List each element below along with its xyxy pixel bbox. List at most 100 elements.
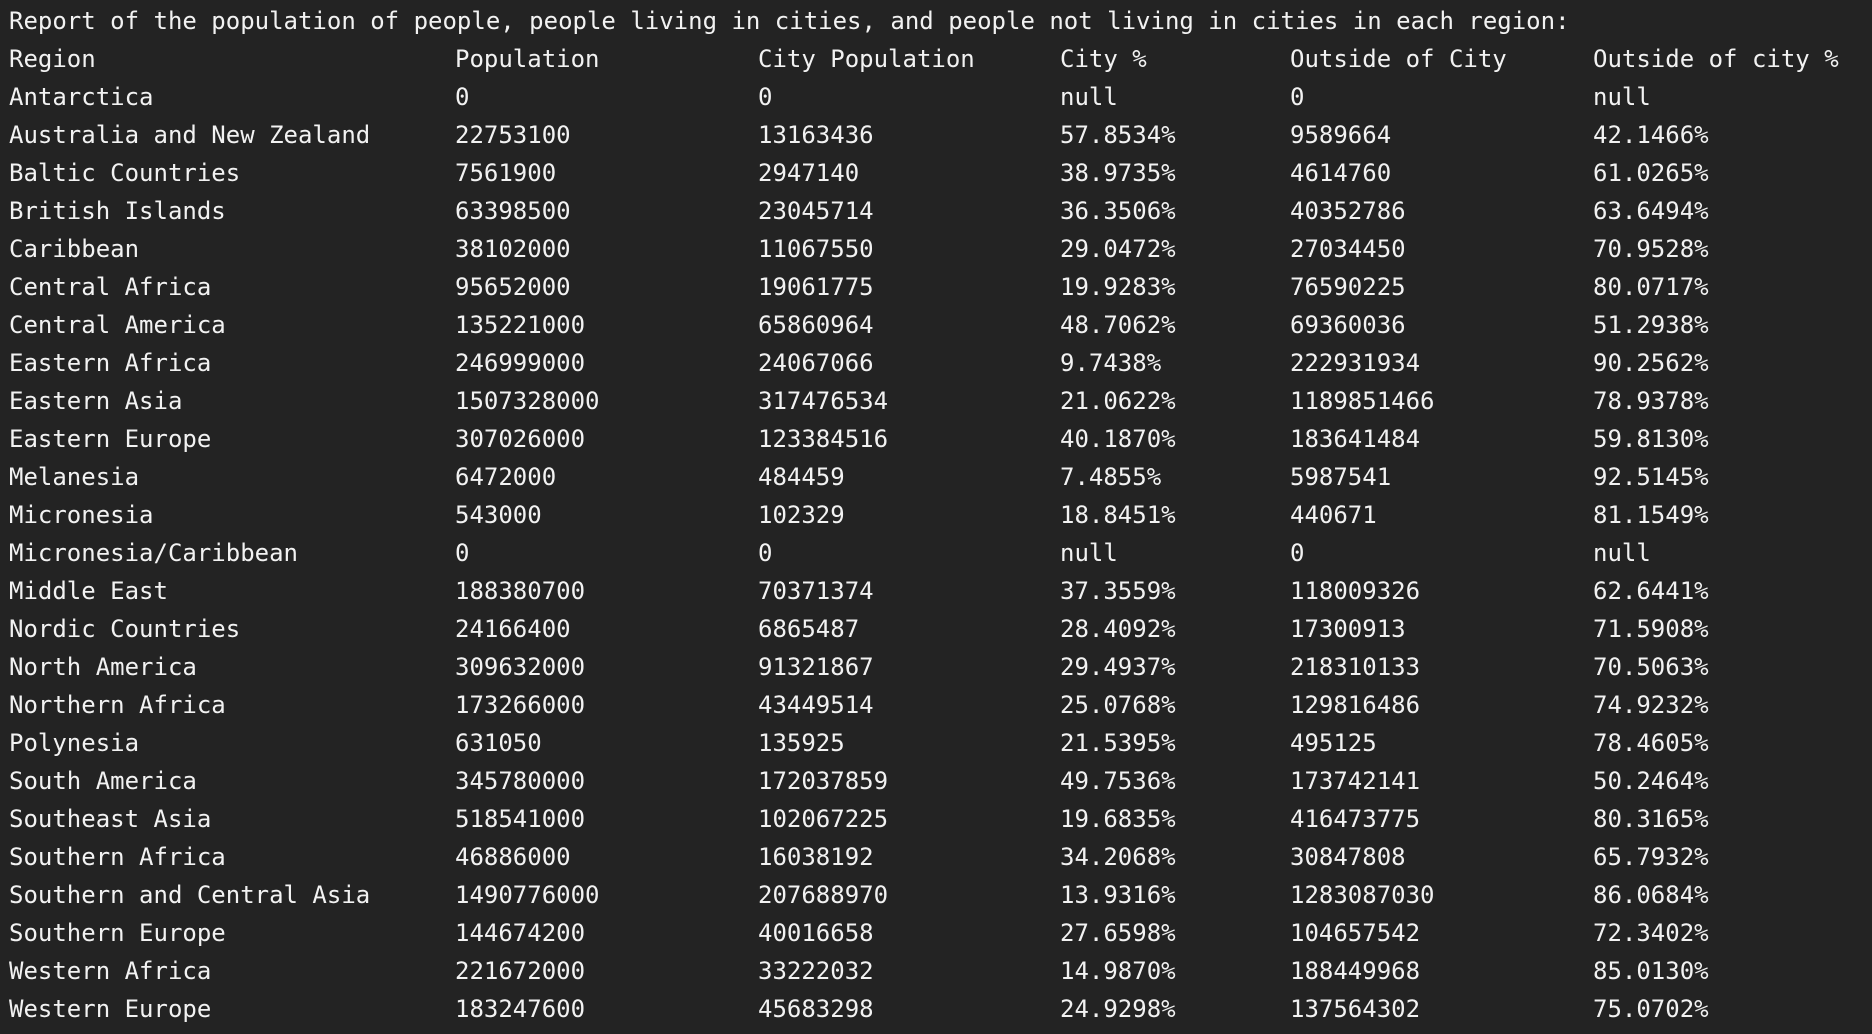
- header-region: Region: [9, 45, 96, 73]
- cell-region: Southern Europe: [9, 919, 226, 947]
- cell-region: Southern Africa: [9, 843, 226, 871]
- cell-city-percent: 24.9298%: [1060, 995, 1176, 1023]
- table-row: Middle East 188380700 70371374 37.3559% 1180…: [9, 572, 1872, 610]
- cell-outside-of-city-percent: null: [1593, 539, 1651, 567]
- cell-outside-of-city-percent: 78.9378%: [1593, 387, 1709, 415]
- cell-city-population: 2947140: [758, 159, 860, 187]
- cell-outside-of-city: 104657542: [1290, 919, 1421, 947]
- cell-city-percent: 28.4092%: [1060, 615, 1176, 643]
- cell-outside-of-city-percent: 86.0684%: [1593, 881, 1709, 909]
- table-row: Southern Europe 144674200 40016658 27.6598%…: [9, 914, 1872, 952]
- table-row: Nordic Countries 24166400 6865487 28.4092% 1…: [9, 610, 1872, 648]
- cell-outside-of-city-percent: 75.0702%: [1593, 995, 1709, 1023]
- cell-city-population: 43449514: [758, 691, 874, 719]
- table-row: Western Europe 183247600 45683298 24.9298% 1…: [9, 990, 1872, 1028]
- cell-city-population: 102329: [758, 501, 845, 529]
- cell-region: Southern and Central Asia: [9, 881, 371, 909]
- cell-city-population: 135925: [758, 729, 845, 757]
- cell-city-percent: 14.9870%: [1060, 957, 1176, 985]
- cell-city-percent: 57.8534%: [1060, 121, 1176, 149]
- cell-outside-of-city: 188449968: [1290, 957, 1421, 985]
- cell-outside-of-city: 5987541: [1290, 463, 1392, 491]
- table-row: Central Africa 95652000 19061775 19.9283% 76…: [9, 268, 1872, 306]
- cell-city-population: 16038192: [758, 843, 874, 871]
- cell-outside-of-city-percent: 78.4605%: [1593, 729, 1709, 757]
- cell-region: Antarctica: [9, 83, 154, 111]
- cell-outside-of-city: 222931934: [1290, 349, 1421, 377]
- cell-region: Southeast Asia: [9, 805, 212, 833]
- cell-region: Eastern Africa: [9, 349, 212, 377]
- cell-city-percent: 7.4855%: [1060, 463, 1162, 491]
- cell-population: 46886000: [455, 843, 571, 871]
- cell-outside-of-city: 1189851466: [1290, 387, 1435, 415]
- cell-population: 6472000: [455, 463, 557, 491]
- table-row: Baltic Countries 7561900 2947140 38.9735% 46…: [9, 154, 1872, 192]
- cell-city-population: 0: [758, 83, 773, 111]
- cell-city-percent: 37.3559%: [1060, 577, 1176, 605]
- cell-outside-of-city-percent: 81.1549%: [1593, 501, 1709, 529]
- cell-population: 24166400: [455, 615, 571, 643]
- cell-region: Western Europe: [9, 995, 212, 1023]
- table-row: South America 345780000 172037859 49.7536% 1…: [9, 762, 1872, 800]
- cell-population: 188380700: [455, 577, 586, 605]
- cell-population: 173266000: [455, 691, 586, 719]
- cell-city-population: 13163436: [758, 121, 874, 149]
- table-row: Micronesia 543000 102329 18.8451% 440671 81.1…: [9, 496, 1872, 534]
- cell-outside-of-city-percent: 71.5908%: [1593, 615, 1709, 643]
- table-row: Western Africa 221672000 33222032 14.9870% 1…: [9, 952, 1872, 990]
- cell-outside-of-city: 1283087030: [1290, 881, 1435, 909]
- cell-population: 307026000: [455, 425, 586, 453]
- cell-city-population: 91321867: [758, 653, 874, 681]
- table-row: Southern and Central Asia 1490776000 20768…: [9, 876, 1872, 914]
- cell-city-percent: 13.9316%: [1060, 881, 1176, 909]
- cell-outside-of-city-percent: 61.0265%: [1593, 159, 1709, 187]
- cell-city-population: 11067550: [758, 235, 874, 263]
- cell-region: Eastern Asia: [9, 387, 183, 415]
- cell-outside-of-city-percent: 50.2464%: [1593, 767, 1709, 795]
- terminal-output: Report of the population of people, peop…: [0, 0, 1872, 1034]
- header-city-population: City Population: [758, 45, 975, 73]
- cell-outside-of-city-percent: 51.2938%: [1593, 311, 1709, 339]
- cell-city-percent: 29.4937%: [1060, 653, 1176, 681]
- table-row: Micronesia/Caribbean 0 0 null 0 null: [9, 534, 1872, 572]
- cell-city-percent: 29.0472%: [1060, 235, 1176, 263]
- cell-outside-of-city: 30847808: [1290, 843, 1406, 871]
- cell-outside-of-city: 0: [1290, 83, 1305, 111]
- cell-region: Polynesia: [9, 729, 140, 757]
- cell-population: 518541000: [455, 805, 586, 833]
- report-title: Report of the population of people, peop…: [9, 7, 1570, 35]
- cell-population: 1507328000: [455, 387, 600, 415]
- table-row: Eastern Europe 307026000 123384516 40.1870%…: [9, 420, 1872, 458]
- cell-city-percent: 48.7062%: [1060, 311, 1176, 339]
- cell-region: Central Africa: [9, 273, 212, 301]
- cell-outside-of-city: 129816486: [1290, 691, 1421, 719]
- cell-outside-of-city: 9589664: [1290, 121, 1392, 149]
- cell-population: 246999000: [455, 349, 586, 377]
- cell-outside-of-city: 495125: [1290, 729, 1377, 757]
- cell-outside-of-city: 0: [1290, 539, 1305, 567]
- cell-region: British Islands: [9, 197, 226, 225]
- cell-population: 0: [455, 539, 470, 567]
- table-row: Polynesia 631050 135925 21.5395% 495125 78.46…: [9, 724, 1872, 762]
- cell-city-population: 484459: [758, 463, 845, 491]
- cell-population: 22753100: [455, 121, 571, 149]
- cell-city-percent: 40.1870%: [1060, 425, 1176, 453]
- table-row: Antarctica 0 0 null 0 null: [9, 78, 1872, 116]
- cell-region: Northern Africa: [9, 691, 226, 719]
- cell-region: Eastern Europe: [9, 425, 212, 453]
- cell-region: North America: [9, 653, 197, 681]
- table-row: Eastern Africa 246999000 24067066 9.7438% 22…: [9, 344, 1872, 382]
- cell-region: Caribbean: [9, 235, 140, 263]
- cell-outside-of-city-percent: 80.3165%: [1593, 805, 1709, 833]
- cell-city-percent: 25.0768%: [1060, 691, 1176, 719]
- cell-region: Micronesia/Caribbean: [9, 539, 298, 567]
- header-outside-of-city-percent: Outside of city %: [1593, 45, 1839, 73]
- cell-outside-of-city-percent: 90.2562%: [1593, 349, 1709, 377]
- cell-city-percent: 38.9735%: [1060, 159, 1176, 187]
- cell-outside-of-city: 17300913: [1290, 615, 1406, 643]
- cell-population: 63398500: [455, 197, 571, 225]
- cell-city-population: 172037859: [758, 767, 889, 795]
- cell-city-population: 0: [758, 539, 773, 567]
- cell-outside-of-city-percent: 63.6494%: [1593, 197, 1709, 225]
- cell-city-percent: 21.5395%: [1060, 729, 1176, 757]
